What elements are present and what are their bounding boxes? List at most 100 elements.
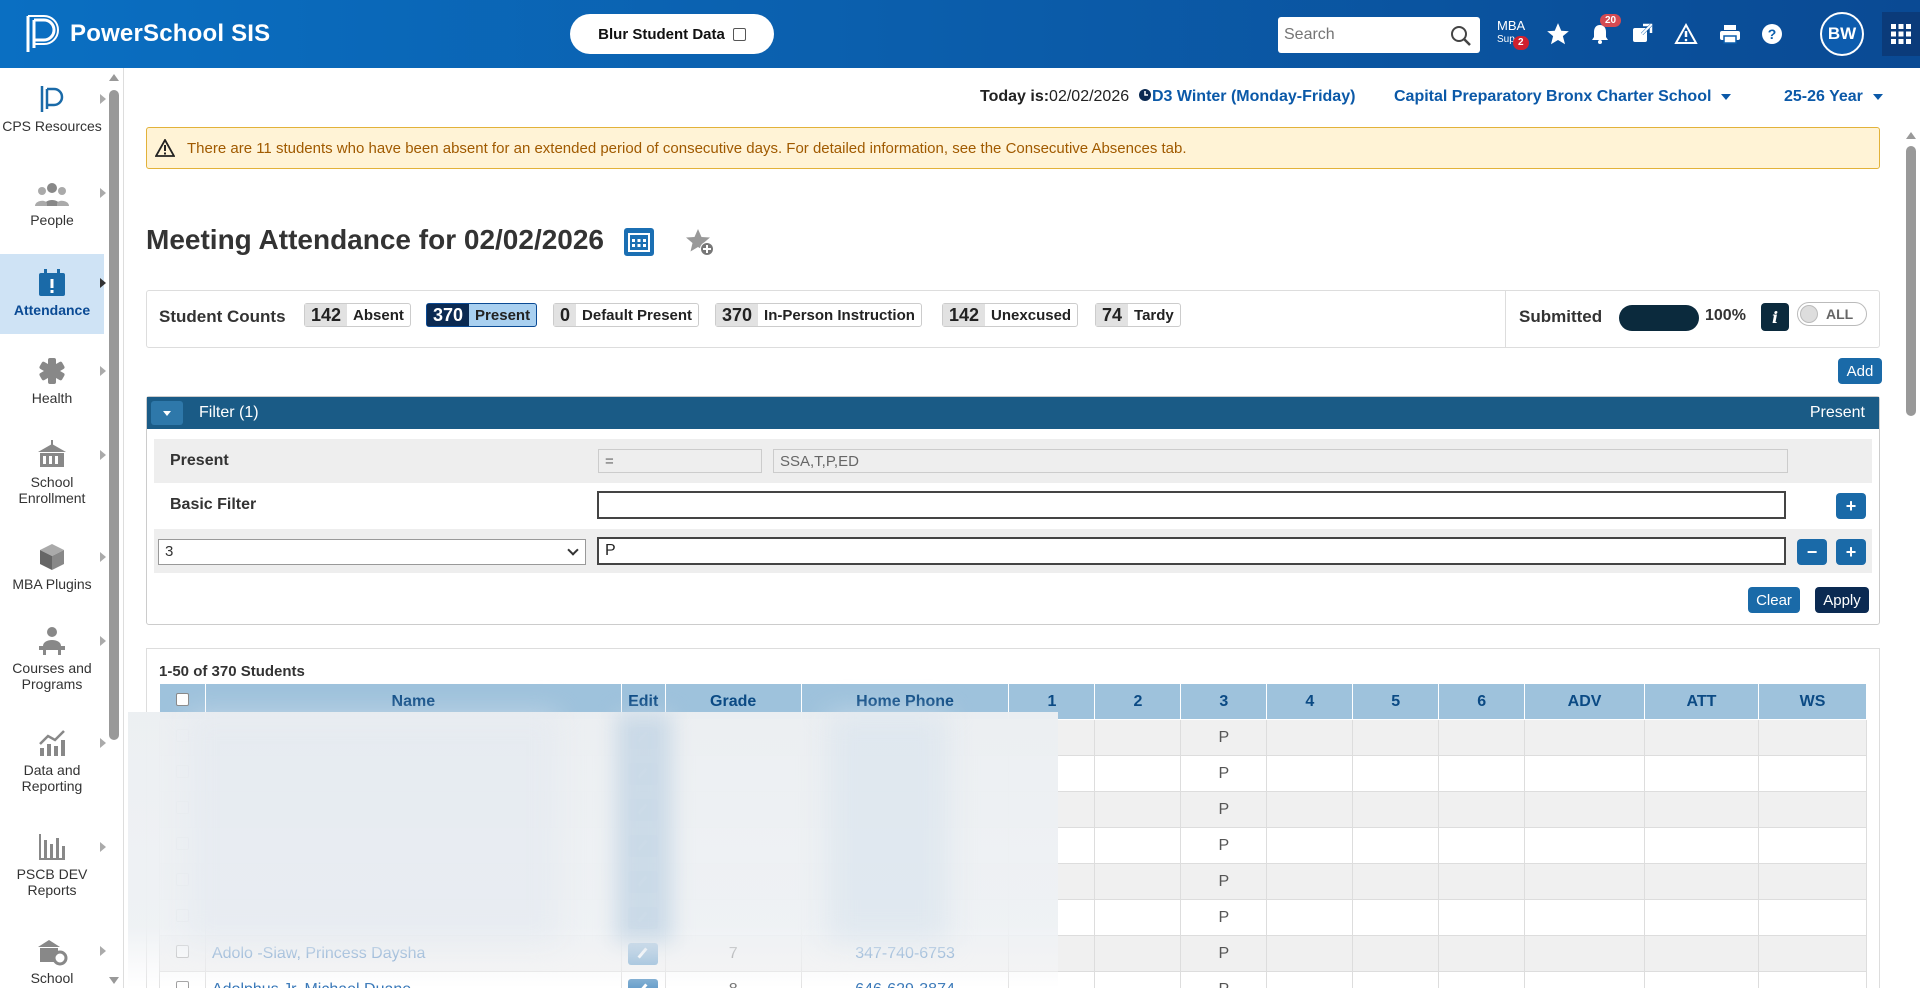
collapse-toggle-icon[interactable]	[151, 401, 183, 425]
period-2-cell[interactable]	[1094, 863, 1182, 900]
period-3-cell[interactable]: P	[1180, 899, 1268, 936]
column-header[interactable]: 2	[1094, 683, 1182, 720]
sidebar-scrollbar[interactable]	[108, 68, 120, 988]
app-grid-icon[interactable]	[1882, 12, 1920, 56]
add-favorite-star-icon[interactable]	[684, 226, 716, 261]
ws-cell[interactable]	[1757, 719, 1868, 756]
clear-button[interactable]: Clear	[1748, 587, 1800, 613]
column-header[interactable]: WS	[1757, 683, 1868, 720]
notifications-bell-icon[interactable]: 20	[1586, 14, 1622, 48]
period-6-cell[interactable]	[1438, 899, 1526, 936]
search-input[interactable]	[1284, 26, 1444, 44]
school-selector[interactable]: Capital Preparatory Bronx Charter School	[1394, 88, 1732, 106]
period-4-cell[interactable]	[1266, 971, 1354, 988]
period-5-cell[interactable]	[1352, 863, 1440, 900]
period-3-cell[interactable]: P	[1180, 971, 1268, 988]
ws-cell[interactable]	[1757, 899, 1868, 936]
period-5-cell[interactable]	[1352, 791, 1440, 828]
apply-button[interactable]: Apply	[1815, 587, 1869, 613]
column-header[interactable]: 4	[1266, 683, 1354, 720]
att-cell[interactable]	[1644, 899, 1759, 936]
adv-cell[interactable]	[1524, 899, 1646, 936]
sidebar-item-health[interactable]: Health	[0, 350, 106, 420]
filter-field-select[interactable]: 3	[158, 539, 586, 565]
period-2-cell[interactable]	[1094, 935, 1182, 972]
user-avatar[interactable]: BW	[1820, 12, 1864, 56]
period-3-cell[interactable]: P	[1180, 719, 1268, 756]
term-selector[interactable]: D3 Winter (Monday-Friday)	[1152, 88, 1355, 106]
ws-cell[interactable]	[1757, 827, 1868, 864]
period-6-cell[interactable]	[1438, 863, 1526, 900]
filter-field-input[interactable]: P	[597, 537, 1786, 565]
period-4-cell[interactable]	[1266, 899, 1354, 936]
period-3-cell[interactable]: P	[1180, 935, 1268, 972]
sidebar-item-pscb-dev-reports[interactable]: PSCB DEV Reports	[0, 826, 106, 916]
count-pill-unexcused[interactable]: 142 Unexcused	[942, 303, 1079, 327]
ws-cell[interactable]	[1757, 863, 1868, 900]
period-5-cell[interactable]	[1352, 827, 1440, 864]
sidebar-item-people[interactable]: People	[0, 172, 106, 236]
period-4-cell[interactable]	[1266, 935, 1354, 972]
ws-cell[interactable]	[1757, 755, 1868, 792]
period-2-cell[interactable]	[1094, 791, 1182, 828]
period-5-cell[interactable]	[1352, 935, 1440, 972]
count-pill-default-present[interactable]: 0 Default Present	[553, 303, 700, 327]
column-header[interactable]: ADV	[1524, 683, 1646, 720]
att-cell[interactable]	[1644, 971, 1759, 988]
column-header[interactable]: 3	[1180, 683, 1268, 720]
adv-cell[interactable]	[1524, 755, 1646, 792]
att-cell[interactable]	[1644, 755, 1759, 792]
info-icon[interactable]: i	[1761, 303, 1789, 331]
period-3-cell[interactable]: P	[1180, 755, 1268, 792]
search-icon[interactable]	[1450, 25, 1472, 47]
count-pill-absent[interactable]: 142 Absent	[304, 303, 411, 327]
period-6-cell[interactable]	[1438, 971, 1526, 988]
period-3-cell[interactable]: P	[1180, 827, 1268, 864]
scroll-up-icon[interactable]	[109, 74, 119, 81]
period-2-cell[interactable]	[1094, 971, 1182, 988]
period-3-cell[interactable]: P	[1180, 863, 1268, 900]
period-5-cell[interactable]	[1352, 899, 1440, 936]
sidebar-item-school[interactable]: School	[0, 930, 106, 988]
external-link-icon[interactable]	[1628, 20, 1656, 48]
sidebar-item-cps-resources[interactable]: CPS Resources	[0, 78, 106, 160]
adv-cell[interactable]	[1524, 863, 1646, 900]
period-2-cell[interactable]	[1094, 899, 1182, 936]
att-cell[interactable]	[1644, 863, 1759, 900]
ws-cell[interactable]	[1757, 935, 1868, 972]
att-cell[interactable]	[1644, 719, 1759, 756]
count-pill-in-person[interactable]: 370 In-Person Instruction	[715, 303, 922, 327]
att-cell[interactable]	[1644, 935, 1759, 972]
favorites-star-icon[interactable]	[1544, 20, 1572, 48]
period-6-cell[interactable]	[1438, 935, 1526, 972]
period-3-cell[interactable]: P	[1180, 791, 1268, 828]
sidebar-item-mba-plugins[interactable]: MBA Plugins	[0, 536, 106, 606]
add-filter-row-button[interactable]: +	[1836, 539, 1866, 565]
add-filter-button[interactable]: +	[1836, 493, 1866, 519]
adv-cell[interactable]	[1524, 971, 1646, 988]
blur-student-data-checkbox[interactable]	[732, 27, 746, 41]
app-logo[interactable]: PowerSchool SIS	[24, 14, 270, 54]
add-button[interactable]: Add	[1838, 358, 1882, 384]
sidebar-item-school-enrollment[interactable]: School Enrollment	[0, 434, 106, 524]
scroll-up-icon[interactable]	[1906, 132, 1916, 139]
column-header[interactable]: 5	[1352, 683, 1440, 720]
basic-filter-input[interactable]	[597, 491, 1786, 519]
calendar-icon[interactable]	[624, 228, 654, 256]
column-header[interactable]: ATT	[1644, 683, 1759, 720]
mba-support-button[interactable]: MBA Sup 2	[1497, 19, 1529, 50]
period-4-cell[interactable]	[1266, 827, 1354, 864]
search-box[interactable]	[1278, 17, 1480, 53]
ws-cell[interactable]	[1757, 791, 1868, 828]
help-icon[interactable]: ?	[1758, 20, 1786, 48]
adv-cell[interactable]	[1524, 935, 1646, 972]
scroll-down-icon[interactable]	[109, 977, 119, 984]
column-header[interactable]: 6	[1438, 683, 1526, 720]
adv-cell[interactable]	[1524, 719, 1646, 756]
main-scroll-thumb[interactable]	[1906, 146, 1916, 416]
alert-triangle-icon[interactable]	[1672, 20, 1700, 48]
sidebar-item-courses-and-programs[interactable]: Courses and Programs	[0, 620, 106, 710]
count-pill-present[interactable]: 370 Present	[426, 303, 538, 327]
select-all-checkbox[interactable]	[175, 692, 189, 706]
remove-filter-button[interactable]: −	[1797, 539, 1827, 565]
